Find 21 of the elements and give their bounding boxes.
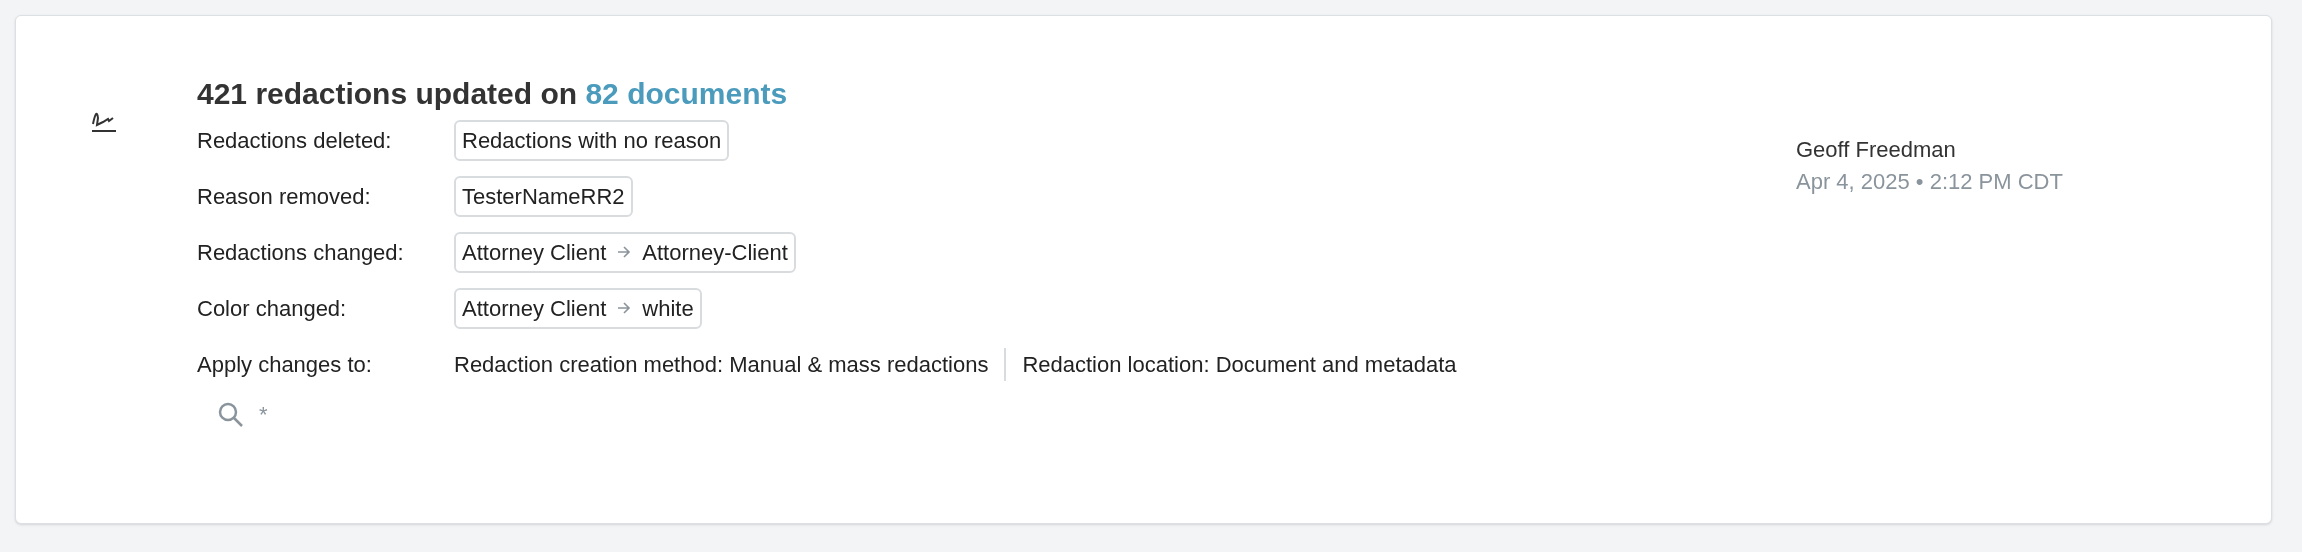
value-tag: TesterNameRR2 <box>454 175 633 217</box>
search-icon <box>217 400 245 429</box>
setting-text: Redaction location: Document and metadata <box>1004 347 1457 381</box>
activity-title: 421 redactions updated on <box>197 77 578 110</box>
search-query: * <box>259 401 268 429</box>
field-label: Apply changes to: <box>197 350 373 379</box>
new-value: Attorney-Client <box>642 238 788 267</box>
author-name: Geoff Freedman <box>1796 136 1957 164</box>
field-label: Reason removed: <box>197 182 372 211</box>
field-label: Color changed: <box>197 294 348 323</box>
arrow-icon <box>616 244 633 260</box>
old-value: Attorney Client <box>462 238 607 267</box>
field-label: Redactions deleted: <box>197 126 393 155</box>
old-value: Attorney Client <box>462 294 607 323</box>
documents-link[interactable]: 82 documents <box>585 77 788 110</box>
value-tag: Redactions with no reason <box>454 119 730 161</box>
setting-text: Redaction creation method: Manual & mass redactions <box>454 350 989 379</box>
field-label: Redactions changed: <box>197 238 405 267</box>
new-value: white <box>642 294 694 323</box>
arrow-icon <box>616 300 633 316</box>
timestamp: Apr 4, 2025 • 2:12 PM CDT <box>1796 168 2064 196</box>
